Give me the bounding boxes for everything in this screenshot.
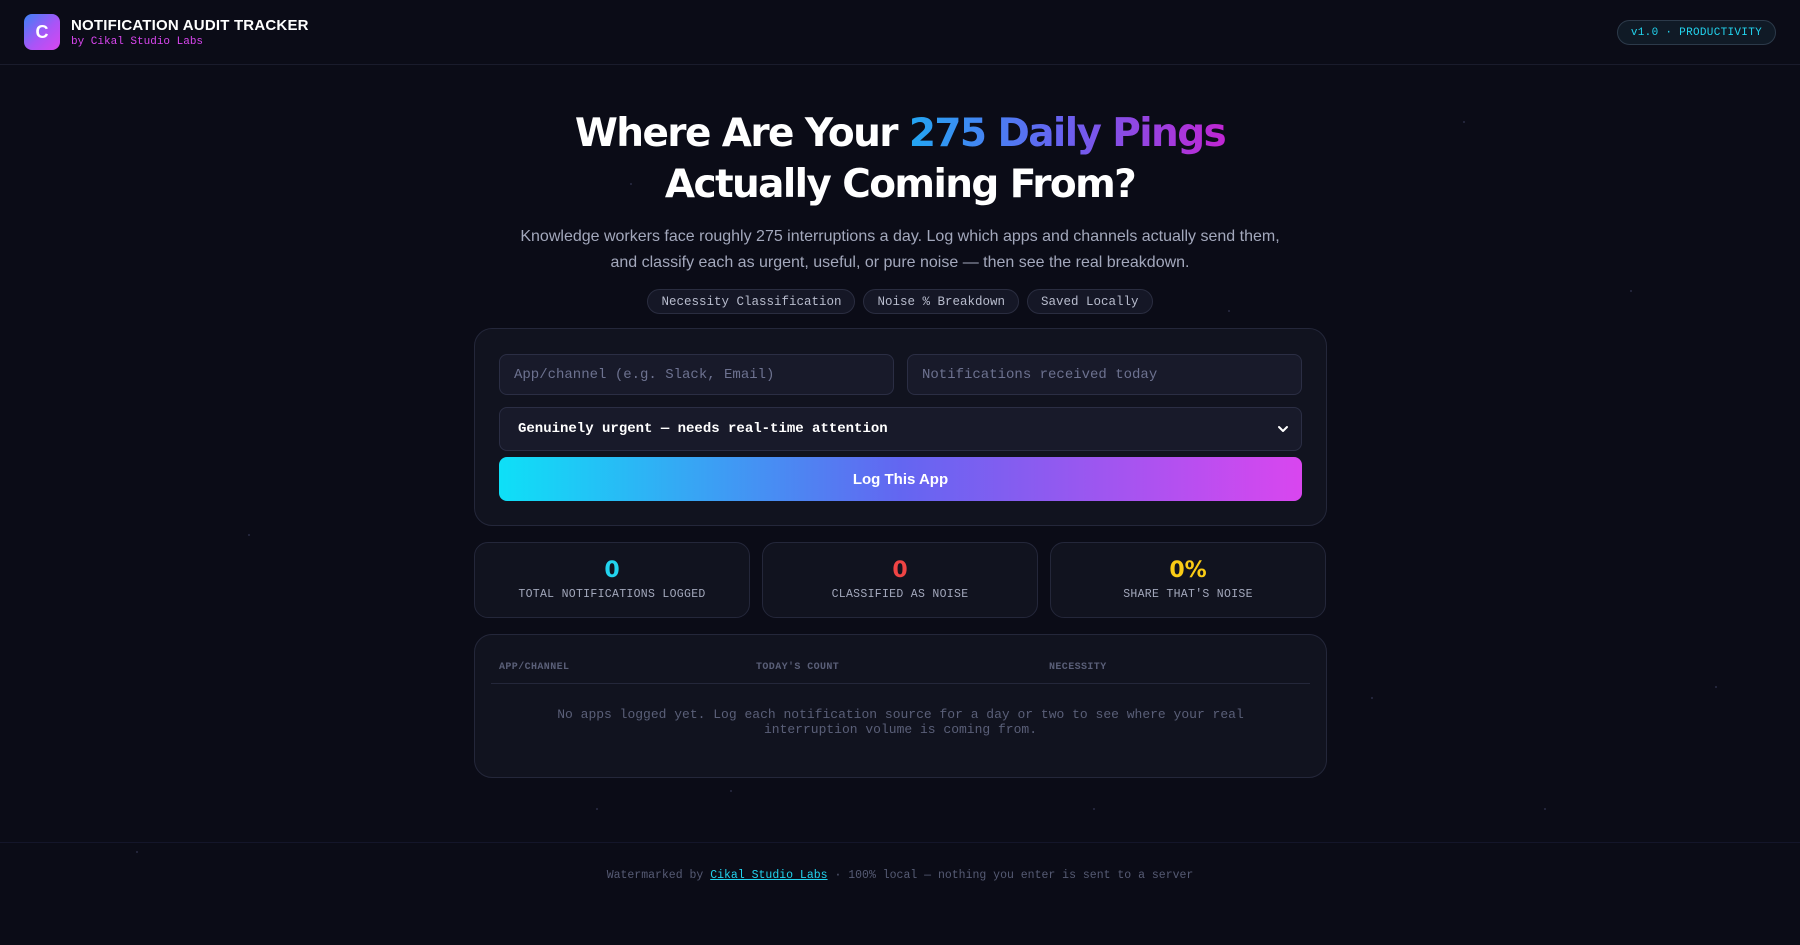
- stat-noise-share: 0% SHARE THAT'S NOISE: [1050, 542, 1326, 618]
- stat-share-value: 0%: [1169, 558, 1207, 583]
- footer-suffix: · 100% local — nothing you enter is sent…: [827, 869, 1194, 882]
- version-badge: v1.0 · PRODUCTIVITY: [1616, 20, 1776, 45]
- stat-total-label: TOTAL NOTIFICATIONS LOGGED: [518, 588, 706, 601]
- app-title: NOTIFICATION AUDIT TRACKER: [71, 16, 309, 34]
- stat-share-label: SHARE THAT'S NOISE: [1123, 588, 1253, 601]
- tag-saved-locally: Saved Locally: [1027, 289, 1153, 314]
- stat-total-notifications: 0 TOTAL NOTIFICATIONS LOGGED: [474, 542, 750, 618]
- header-divider: [491, 683, 1310, 684]
- tag-necessity-classification: Necessity Classification: [647, 289, 856, 314]
- app-subtitle: by Cikal Studio Labs: [71, 35, 204, 48]
- hero-section: Where Are Your 275 Daily Pings Actually …: [0, 108, 1800, 314]
- stat-noise-value: 0: [892, 558, 908, 583]
- notification-count-input[interactable]: Notifications received today: [907, 354, 1302, 395]
- column-header-app-channel: APP/CHANNEL: [499, 662, 570, 673]
- stat-classified-noise: 0 CLASSIFIED AS NOISE: [762, 542, 1038, 618]
- empty-state-message: No apps logged yet. Log each notificatio…: [557, 707, 1244, 737]
- footer: Watermarked by Cikal Studio Labs · 100% …: [0, 842, 1800, 945]
- page-title: Where Are Your 275 Daily Pings Actually …: [490, 108, 1310, 210]
- top-bar: C NOTIFICATION AUDIT TRACKER by Cikal St…: [0, 0, 1800, 65]
- log-table-card: APP/CHANNEL TODAY'S COUNT NECESSITY No a…: [474, 634, 1327, 778]
- app-channel-input[interactable]: App/channel (e.g. Slack, Email): [499, 354, 894, 395]
- column-header-todays-count: TODAY'S COUNT: [756, 662, 840, 673]
- title-highlight: 275 Daily Pings: [908, 111, 1227, 156]
- chevron-down-icon: [1278, 426, 1288, 432]
- feature-tags: Necessity Classification Noise % Breakdo…: [0, 289, 1800, 314]
- app-logo: C: [24, 14, 60, 50]
- log-app-button[interactable]: Log This App: [499, 457, 1302, 501]
- title-part2: Actually Coming From?: [664, 162, 1137, 207]
- log-form-card: App/channel (e.g. Slack, Email) Notifica…: [474, 328, 1327, 526]
- column-header-necessity: NECESSITY: [1049, 662, 1107, 673]
- tag-noise-breakdown: Noise % Breakdown: [863, 289, 1020, 314]
- stat-total-value: 0: [604, 558, 620, 583]
- brand: NOTIFICATION AUDIT TRACKER by Cikal Stud…: [71, 17, 309, 48]
- footer-prefix: Watermarked by: [606, 869, 711, 882]
- title-part1: Where Are Your: [574, 111, 909, 156]
- page-description: Knowledge workers face roughly 275 inter…: [520, 228, 1280, 271]
- necessity-select[interactable]: Genuinely urgent — needs real-time atten…: [499, 407, 1302, 451]
- necessity-select-value: Genuinely urgent — needs real-time atten…: [518, 421, 888, 437]
- stat-noise-label: CLASSIFIED AS NOISE: [831, 588, 969, 601]
- footer-studio-link[interactable]: Cikal Studio Labs: [710, 869, 827, 882]
